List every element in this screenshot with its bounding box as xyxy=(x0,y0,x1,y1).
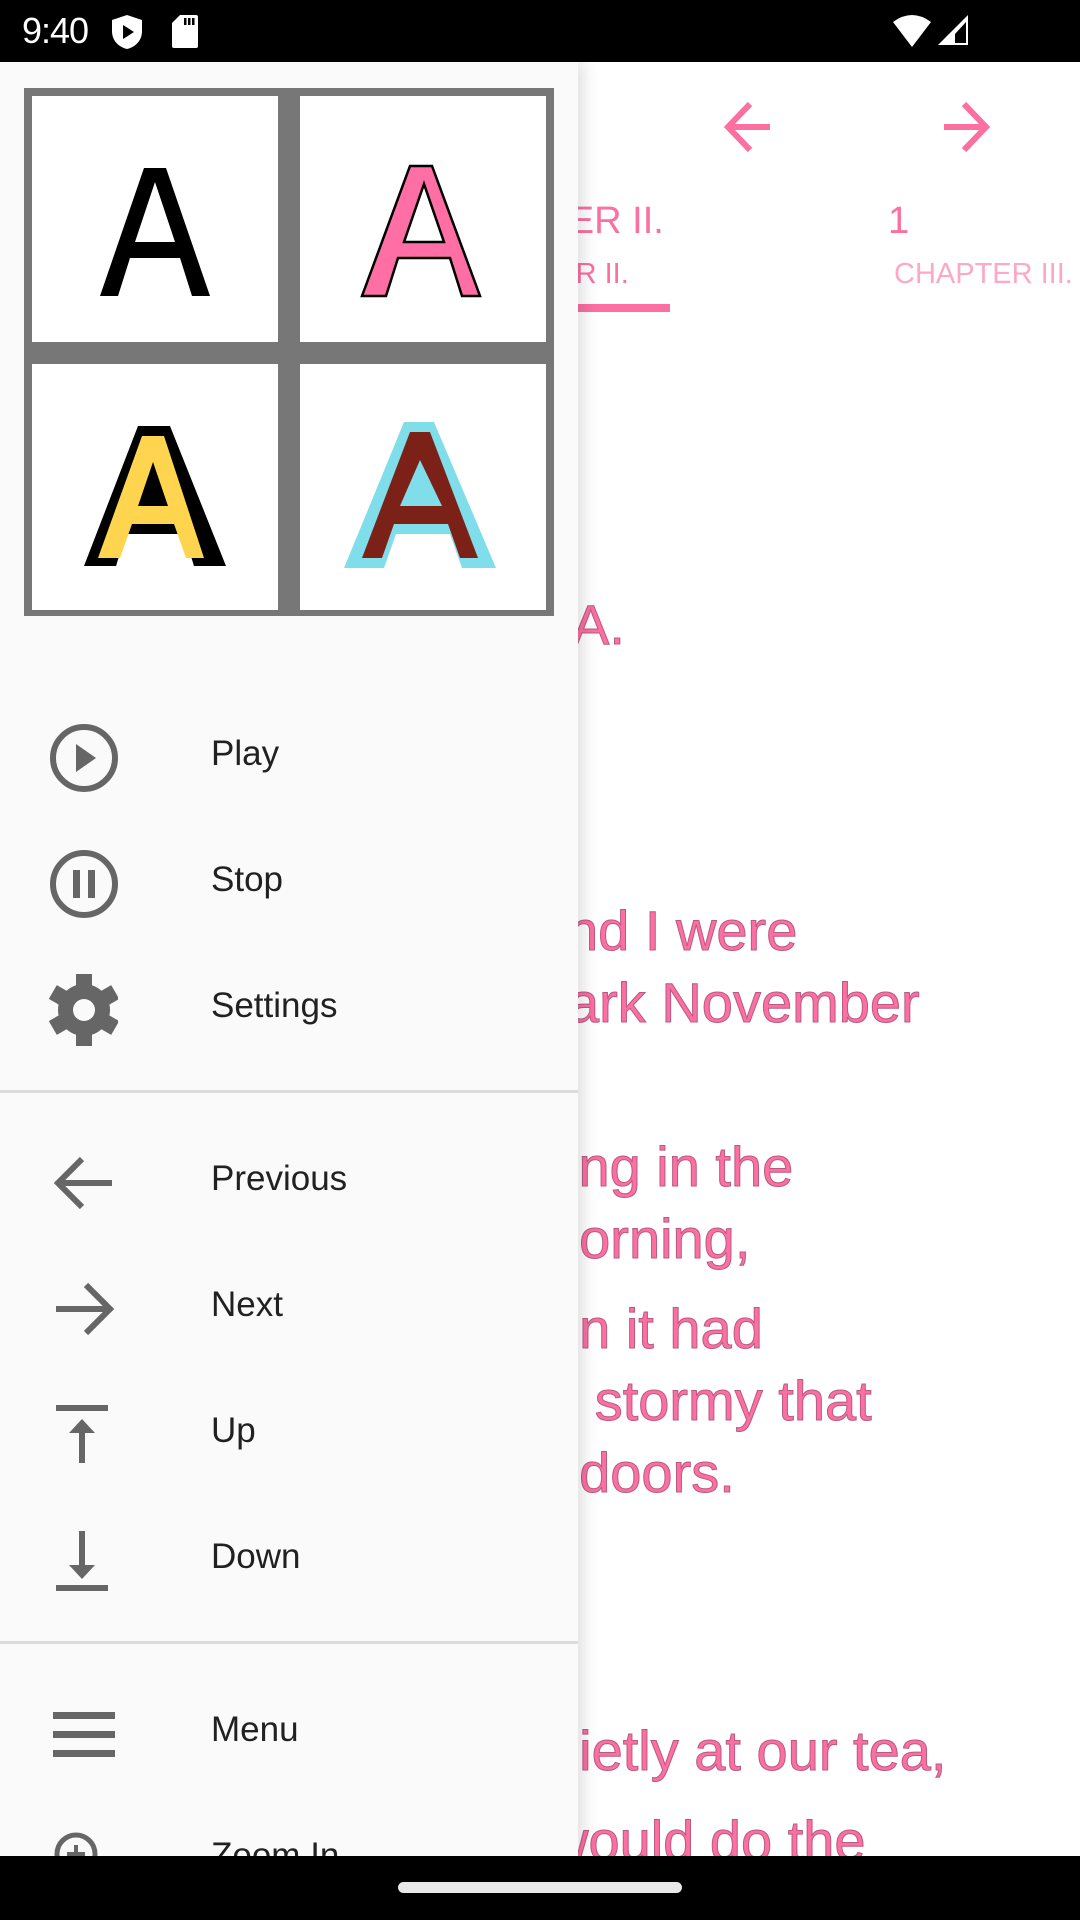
arrow-right-icon xyxy=(56,1282,115,1336)
arrow-left-icon xyxy=(53,1156,112,1210)
logo-cell-maroon xyxy=(300,364,546,610)
play-circle-icon xyxy=(50,724,118,792)
next-chapter-button[interactable] xyxy=(932,92,1012,162)
arrow-left-icon xyxy=(723,101,770,153)
menu-item-menu[interactable]: Menu xyxy=(0,1670,578,1790)
arrow-up-to-top-icon xyxy=(56,1405,108,1463)
letter-a-black-icon xyxy=(100,168,210,296)
arrow-right-icon xyxy=(944,101,991,153)
menu-item-previous[interactable]: Previous xyxy=(0,1119,578,1239)
navigation-drawer: Play Stop Settings Previous Next Up Down… xyxy=(0,62,578,1856)
letter-a-pink-icon xyxy=(360,164,482,298)
chapter-tab-subtitle: CHAPTER III. xyxy=(894,258,1073,290)
system-navigation-bar xyxy=(0,1856,1080,1920)
gear-icon xyxy=(48,974,118,1046)
menu-item-up[interactable]: Up xyxy=(0,1371,578,1491)
chapter-title-fragment: A. xyxy=(572,593,626,657)
logo-cell-pink xyxy=(300,96,546,342)
menu-label: Previous xyxy=(211,1159,348,1198)
text-line: nd I were xyxy=(566,899,798,963)
shield-play-icon xyxy=(112,15,142,49)
menu-label: Stop xyxy=(211,860,283,899)
wifi-icon xyxy=(893,15,931,47)
logo-cell-yellow xyxy=(32,364,278,610)
text-line: uietly at our tea, xyxy=(547,1719,947,1783)
menu-label: Zoom In xyxy=(211,1836,340,1856)
menu-icon xyxy=(53,1712,115,1757)
home-gesture-handle[interactable] xyxy=(398,1882,682,1893)
text-line: norning, xyxy=(547,1207,751,1271)
pause-circle-icon xyxy=(50,850,118,918)
menu-label: Play xyxy=(211,734,280,773)
menu-label: Next xyxy=(211,1285,283,1324)
status-bar: 9:40 xyxy=(0,0,1080,62)
previous-chapter-button[interactable] xyxy=(716,92,796,162)
cell-signal-icon xyxy=(938,15,968,45)
letter-a-maroon-icon xyxy=(344,422,496,568)
logo-cell-black xyxy=(32,96,278,342)
text-line: on it had xyxy=(548,1297,764,1361)
zoom-in-icon xyxy=(54,1832,98,1856)
chapter-tab-title: 1 xyxy=(888,200,910,242)
menu-label: Settings xyxy=(211,986,338,1025)
menu-item-next[interactable]: Next xyxy=(0,1245,578,1365)
text-line: d stormy that xyxy=(548,1369,873,1433)
drawer-divider xyxy=(0,1090,578,1093)
menu-label: Menu xyxy=(211,1710,299,1749)
letter-a-yellow-icon xyxy=(84,426,226,566)
menu-item-down[interactable]: Down xyxy=(0,1497,578,1617)
menu-item-stop[interactable]: Stop xyxy=(0,820,578,940)
font-style-logo xyxy=(24,88,554,616)
text-line: ing in the xyxy=(565,1135,794,1199)
menu-item-settings[interactable]: Settings xyxy=(0,946,578,1066)
text-line: ark November xyxy=(568,971,921,1035)
status-time: 9:40 xyxy=(22,10,89,51)
drawer-divider xyxy=(0,1641,578,1644)
sd-card-icon xyxy=(172,15,198,48)
menu-item-zoom-in[interactable]: Zoom In xyxy=(0,1796,578,1856)
menu-label: Up xyxy=(211,1411,256,1450)
text-line: would do the xyxy=(548,1809,867,1857)
arrow-down-to-bottom-icon xyxy=(56,1531,108,1591)
menu-label: Down xyxy=(211,1537,301,1576)
menu-item-play[interactable]: Play xyxy=(0,694,578,814)
